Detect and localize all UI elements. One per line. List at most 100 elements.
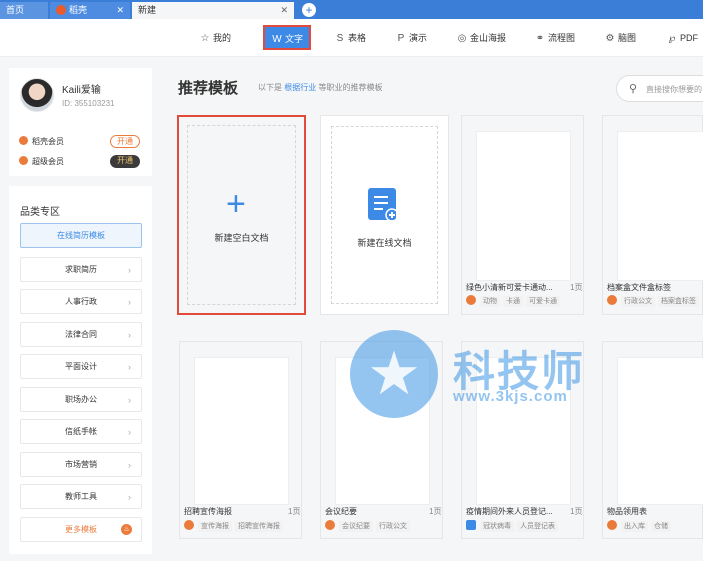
industry-link[interactable]: 根据行业	[284, 83, 316, 92]
tool-sheet[interactable]: S 表格	[334, 28, 366, 48]
chevron-right-icon: ›	[128, 330, 131, 340]
template-card[interactable]: 绿色小清新可爱卡通动... 1页 动物 卡通 可爱卡通	[461, 115, 584, 315]
chevron-right-icon: ›	[128, 362, 131, 372]
template-card[interactable]: 档案盒文件盒标签 行政公文 档案盒标签	[602, 115, 703, 315]
free-source-icon	[466, 520, 476, 531]
category-office[interactable]: 职场办公 ›	[20, 387, 142, 412]
open-super-button[interactable]: 开通	[110, 155, 140, 168]
tab-daoke[interactable]: 稻壳 ✕	[50, 2, 130, 19]
category-panel: 品类专区 在线简历模板 求职简历 › 人事行政 › 法律合同 › 平面设计 › 职场办公…	[9, 186, 152, 554]
doc-type-toolbar: ☆ 我的 W 文字 S 表格 P 演示 ◎ 金山海报 ⚭ 流程图 ⚙ 脑图 ℘ PDF	[0, 19, 703, 57]
template-tags: 会议纪要 行政公文	[325, 520, 413, 532]
template-pages: 1页	[570, 507, 583, 516]
category-hr-admin[interactable]: 人事行政 ›	[20, 289, 142, 314]
category-stationery[interactable]: 信纸手帐 ›	[20, 419, 142, 444]
template-thumbnail	[618, 358, 703, 504]
s-icon: S	[336, 33, 344, 44]
open-daoke-button[interactable]: 开通	[110, 135, 140, 148]
chevron-right-icon: ›	[128, 395, 131, 405]
new-online-label: 新建在线文档	[357, 238, 412, 248]
tab-new-label: 新建	[138, 5, 157, 15]
tool-mine[interactable]: ☆ 我的	[199, 28, 232, 48]
template-name: 疫情期间外来人员登记...	[466, 507, 553, 516]
mindmap-icon: ⚙	[605, 33, 615, 44]
user-name: Kaili爱输	[62, 85, 101, 96]
plus-icon: +	[226, 185, 246, 223]
search-input[interactable]: ⚲ 直接搜你想要的	[616, 75, 703, 102]
daoke-source-icon	[325, 520, 335, 531]
membership-daoke: 稻壳会员	[19, 136, 64, 147]
tab-home[interactable]: 首页	[0, 2, 48, 19]
new-blank-document-card[interactable]: + 新建空白文档	[177, 115, 306, 315]
tool-flowchart[interactable]: ⚭ 流程图	[534, 28, 575, 48]
new-online-document-card[interactable]: 新建在线文档	[320, 115, 449, 315]
template-thumbnail	[618, 132, 703, 280]
chevron-right-icon: ›	[128, 460, 131, 470]
user-card: Kaili爱输 ID: 355103231 稻壳会员 开通 超级会员 开通	[9, 68, 152, 176]
template-tags: 宣传海报 招聘宣传海报	[184, 520, 286, 532]
chevron-right-icon: ›	[128, 297, 131, 307]
category-title: 品类专区	[20, 207, 60, 218]
tab-bar: 首页 稻壳 ✕ 新建 ✕ +	[0, 0, 703, 19]
category-job-resume[interactable]: 求职简历 ›	[20, 257, 142, 282]
daoke-source-icon	[607, 295, 617, 306]
template-thumbnail	[477, 132, 570, 280]
template-tags: 出入库 仓储	[607, 520, 674, 532]
flow-icon: ⚭	[535, 33, 545, 44]
category-more[interactable]: 更多模板 ♨	[20, 517, 142, 542]
tool-poster[interactable]: ◎ 金山海报	[456, 28, 506, 48]
category-marketing[interactable]: 市场营销 ›	[20, 452, 142, 477]
tab-new[interactable]: 新建 ✕	[132, 2, 294, 19]
template-name: 绿色小清新可爱卡通动...	[466, 283, 553, 292]
chevron-right-icon: ›	[128, 427, 131, 437]
template-pages: 1页	[429, 507, 442, 516]
daoke-source-icon	[466, 295, 476, 306]
daoke-source-icon	[184, 520, 194, 531]
close-icon[interactable]: ✕	[280, 2, 288, 19]
fire-icon: ♨	[121, 524, 132, 535]
recommend-note: 以下是 根据行业 等职业的推荐模板	[258, 83, 383, 92]
pdf-icon: ℘	[668, 33, 676, 44]
online-document-icon-svg	[374, 196, 399, 222]
template-name: 会议纪要	[325, 507, 357, 516]
template-name: 档案盒文件盒标签	[607, 283, 671, 292]
watermark-url: www.3kjs.com	[453, 388, 568, 405]
tool-pdf[interactable]: ℘ PDF	[666, 28, 699, 48]
search-icon: ⚲	[629, 83, 638, 95]
tab-daoke-label: 稻壳	[69, 5, 88, 15]
user-id: ID: 355103231	[62, 99, 115, 108]
search-placeholder: 直接搜你想要的	[646, 85, 702, 94]
online-document-icon	[368, 188, 399, 222]
chevron-right-icon: ›	[128, 265, 131, 275]
poster-icon: ◎	[457, 33, 467, 44]
tool-mindmap[interactable]: ⚙ 脑图	[604, 28, 637, 48]
new-tab-plus-icon[interactable]: +	[302, 3, 316, 17]
category-legal-contract[interactable]: 法律合同 ›	[20, 322, 142, 347]
daoke-member-icon	[19, 136, 28, 146]
chevron-right-icon: ›	[128, 492, 131, 502]
star-icon: ☆	[200, 33, 210, 44]
tab-home-label: 首页	[6, 5, 25, 15]
template-name: 招聘宣传海报	[184, 507, 232, 516]
template-tags: 动物 卡通 可爱卡通	[466, 295, 563, 307]
page-title: 推荐模板	[178, 80, 239, 97]
avatar[interactable]	[20, 78, 54, 112]
tool-text[interactable]: W 文字	[263, 25, 311, 50]
daoke-source-icon	[607, 520, 617, 531]
template-card[interactable]: 物品领用表 出入库 仓储	[602, 341, 703, 539]
membership-super: 超级会员	[19, 156, 64, 167]
watermark-star-icon: ★	[350, 330, 438, 418]
category-online-resume[interactable]: 在线简历模板	[20, 223, 142, 248]
daoke-logo-icon	[56, 4, 66, 15]
template-name: 物品领用表	[607, 507, 647, 516]
template-pages: 1页	[288, 507, 301, 516]
category-graphic-design[interactable]: 平面设计 ›	[20, 354, 142, 379]
new-blank-label: 新建空白文档	[214, 233, 269, 243]
category-teacher-tools[interactable]: 教师工具 ›	[20, 484, 142, 509]
template-tags: 冠状病毒 人员登记表	[466, 520, 561, 532]
close-icon[interactable]: ✕	[116, 2, 124, 19]
template-thumbnail	[195, 358, 288, 504]
template-tags: 行政公文 档案盒标签	[607, 295, 702, 307]
tool-presentation[interactable]: P 演示	[395, 28, 427, 48]
template-card[interactable]: 招聘宣传海报 1页 宣传海报 招聘宣传海报	[179, 341, 302, 539]
